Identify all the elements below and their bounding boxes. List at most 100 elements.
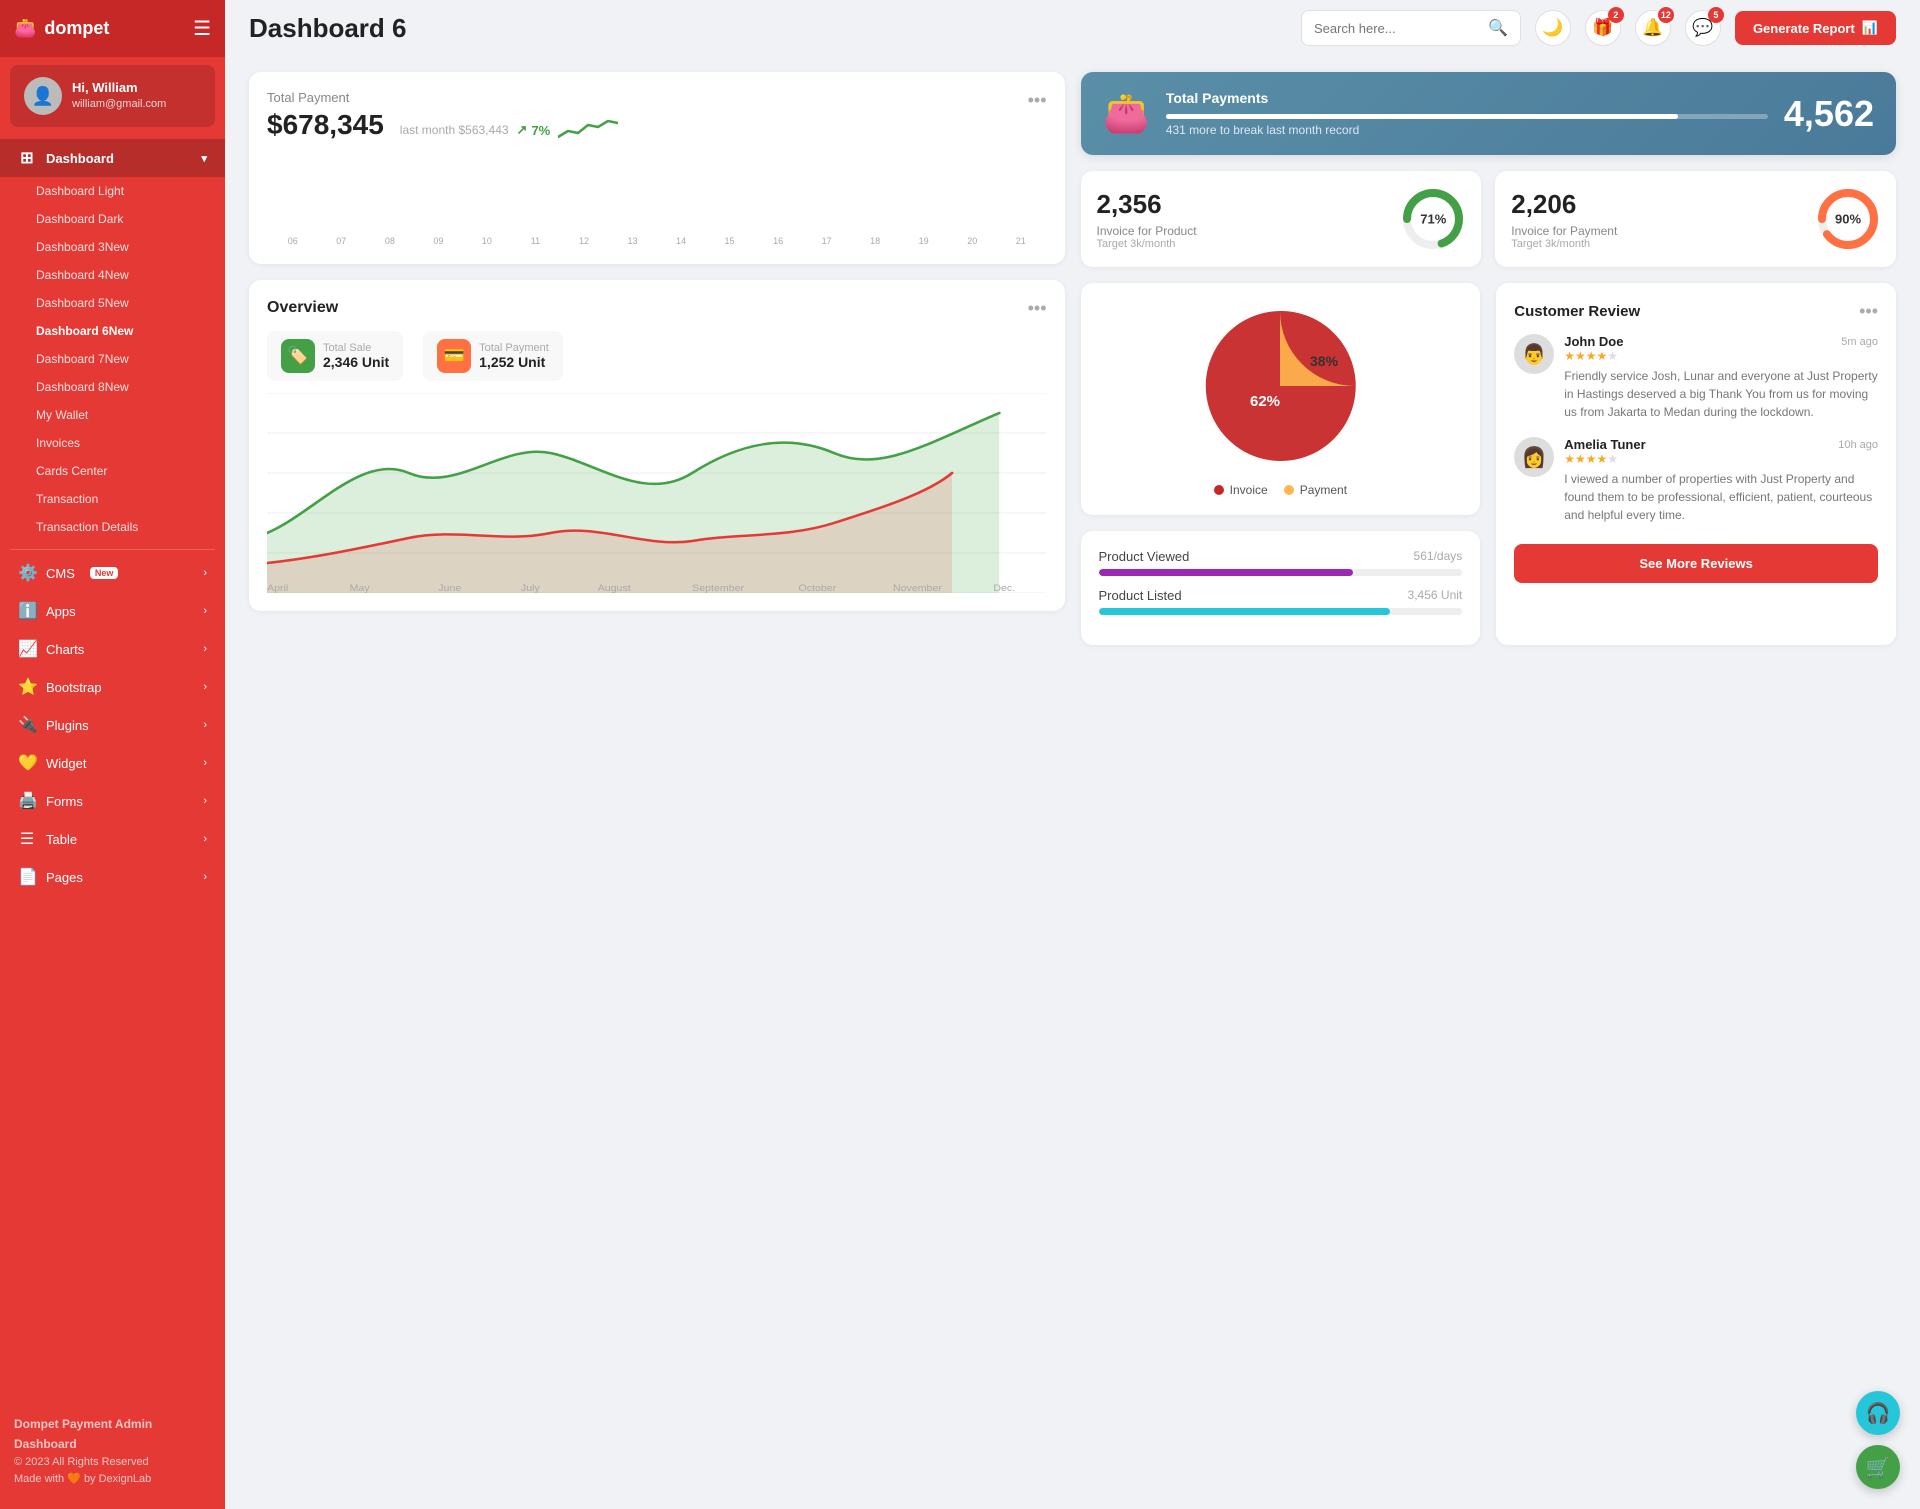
svg-text:November: November bbox=[893, 583, 943, 592]
sidebar: 👛 dompet ☰ 👤 Hi, William william@gmail.c… bbox=[0, 0, 225, 1509]
product-listed-label: Product Listed bbox=[1099, 588, 1182, 603]
review-stars-2: ★★★★★ bbox=[1564, 452, 1878, 466]
search-input[interactable] bbox=[1314, 21, 1480, 36]
chevron-right-icon: › bbox=[203, 757, 207, 769]
gift-icon[interactable]: 🎁 2 bbox=[1585, 10, 1621, 46]
product-viewed-stat: Product Viewed 561/days bbox=[1099, 549, 1463, 576]
sidebar-sub-item[interactable]: Cards Center bbox=[0, 457, 225, 485]
see-more-reviews-button[interactable]: See More Reviews bbox=[1514, 544, 1878, 583]
invoice-legend: Invoice bbox=[1214, 483, 1268, 497]
chevron-right-icon: › bbox=[203, 719, 207, 731]
blue-card-number: 4,562 bbox=[1784, 93, 1874, 135]
sidebar-logo[interactable]: 👛 dompet bbox=[14, 18, 109, 39]
cms-icon: ⚙️ bbox=[18, 563, 36, 583]
sidebar-sub-item[interactable]: Dashboard 3New bbox=[0, 233, 225, 261]
sidebar-menu-item-table[interactable]: ☰ Table › bbox=[0, 820, 225, 858]
sidebar-sub-item[interactable]: Transaction bbox=[0, 485, 225, 513]
sale-value: 2,346 Unit bbox=[323, 354, 389, 370]
sidebar-sub-item[interactable]: Dashboard 7New bbox=[0, 345, 225, 373]
search-wrap[interactable]: 🔍 bbox=[1301, 10, 1521, 46]
plugins-label: Plugins bbox=[46, 718, 89, 733]
content-area: Total Payment $678,345 last month $563,4… bbox=[225, 56, 1920, 1509]
review-time-1: 5m ago bbox=[1841, 336, 1878, 348]
overview-header: Overview ••• bbox=[267, 298, 1047, 319]
review-menu-icon[interactable]: ••• bbox=[1859, 301, 1878, 322]
total-payment-stat: 💳 Total Payment 1,252 Unit bbox=[423, 331, 563, 381]
invoice-product-card: 2,356 Invoice for Product Target 3k/mont… bbox=[1081, 171, 1482, 267]
review-item-2: 👩 Amelia Tuner 10h ago ★★★★★ I viewed a … bbox=[1514, 437, 1878, 524]
sidebar-menu-item-charts[interactable]: 📈 Charts › bbox=[0, 630, 225, 668]
pages-label: Pages bbox=[46, 870, 83, 885]
bar-group: 14 bbox=[659, 150, 703, 246]
bar-group: 11 bbox=[514, 150, 558, 246]
sidebar-menu-item-plugins[interactable]: 🔌 Plugins › bbox=[0, 706, 225, 744]
sidebar-menu-item-bootstrap[interactable]: ⭐ Bootstrap › bbox=[0, 668, 225, 706]
sidebar-sub-item[interactable]: Dashboard 4New bbox=[0, 261, 225, 289]
dashboard-section: ⊞ Dashboard ▾ Dashboard LightDashboard D… bbox=[0, 135, 225, 545]
sidebar-header: 👛 dompet ☰ bbox=[0, 0, 225, 57]
sidebar-sub-item[interactable]: Dashboard 6New bbox=[0, 317, 225, 345]
payment-legend: Payment bbox=[1284, 483, 1347, 497]
sidebar-sub-item[interactable]: Dashboard 8New bbox=[0, 373, 225, 401]
product-listed-bar bbox=[1099, 608, 1463, 615]
left-col: Total Payment $678,345 last month $563,4… bbox=[249, 72, 1065, 645]
chevron-right-icon: › bbox=[203, 567, 207, 579]
sale-icon: 🏷️ bbox=[281, 339, 315, 373]
sidebar-menu-item-pages[interactable]: 📄 Pages › bbox=[0, 858, 225, 896]
overview-menu-icon[interactable]: ••• bbox=[1028, 298, 1047, 319]
user-name: Hi, William bbox=[72, 80, 166, 97]
product-listed-fill bbox=[1099, 608, 1390, 615]
blue-card-progress bbox=[1166, 114, 1768, 119]
generate-report-button[interactable]: Generate Report 📊 bbox=[1735, 11, 1896, 45]
sidebar-menu-item-cms[interactable]: ⚙️ CMS New › bbox=[0, 554, 225, 592]
review-title: Customer Review bbox=[1514, 303, 1640, 320]
chevron-down-icon: ▾ bbox=[201, 152, 207, 165]
sidebar-sub-item[interactable]: Dashboard 5New bbox=[0, 289, 225, 317]
user-email: william@gmail.com bbox=[72, 97, 166, 111]
sidebar-sub-item[interactable]: Transaction Details bbox=[0, 513, 225, 541]
trend-arrow-icon: ↗ bbox=[517, 122, 528, 138]
theme-toggle-icon[interactable]: 🌙 bbox=[1535, 10, 1571, 46]
sidebar-user[interactable]: 👤 Hi, William william@gmail.com bbox=[10, 65, 215, 127]
total-payment-menu-icon[interactable]: ••• bbox=[1028, 90, 1047, 111]
svg-text:August: August bbox=[598, 583, 631, 592]
svg-text:June: June bbox=[438, 583, 462, 592]
cart-float-button[interactable]: 🛒 bbox=[1856, 1445, 1900, 1489]
sidebar-item-dashboard[interactable]: ⊞ Dashboard ▾ bbox=[0, 139, 225, 177]
avatar: 👤 bbox=[24, 77, 62, 115]
sidebar-menu-item-widget[interactable]: 💛 Widget › bbox=[0, 744, 225, 782]
payment-icon: 💳 bbox=[437, 339, 471, 373]
apps-label: Apps bbox=[46, 604, 76, 619]
svg-text:62%: 62% bbox=[1250, 393, 1280, 410]
table-icon: ☰ bbox=[18, 829, 36, 849]
sidebar-menu-item-apps[interactable]: ℹ️ Apps › bbox=[0, 592, 225, 630]
svg-text:Dec.: Dec. bbox=[993, 583, 1015, 592]
product-viewed-bar bbox=[1099, 569, 1463, 576]
review-name-1: John Doe bbox=[1564, 334, 1623, 349]
bell-icon[interactable]: 🔔 12 bbox=[1635, 10, 1671, 46]
chat-icon[interactable]: 💬 5 bbox=[1685, 10, 1721, 46]
invoice-payment-card: 2,206 Invoice for Payment Target 3k/mont… bbox=[1495, 171, 1896, 267]
sidebar-sub-item[interactable]: My Wallet bbox=[0, 401, 225, 429]
user-info: Hi, William william@gmail.com bbox=[72, 80, 166, 111]
logo-text: dompet bbox=[44, 18, 109, 39]
svg-text:April: April bbox=[267, 583, 288, 592]
pie-legend: Invoice Payment bbox=[1099, 483, 1463, 497]
support-float-button[interactable]: 🎧 bbox=[1856, 1391, 1900, 1435]
product-listed-value: 3,456 Unit bbox=[1408, 588, 1463, 603]
sidebar-sub-item[interactable]: Invoices bbox=[0, 429, 225, 457]
sidebar-menu-item-forms[interactable]: 🖨️ Forms › bbox=[0, 782, 225, 820]
content-grid: Total Payment $678,345 last month $563,4… bbox=[249, 72, 1896, 645]
hamburger-icon[interactable]: ☰ bbox=[193, 16, 211, 41]
total-payment-card: Total Payment $678,345 last month $563,4… bbox=[249, 72, 1065, 264]
sidebar-sub-item[interactable]: Dashboard Light bbox=[0, 177, 225, 205]
bottom-right-grid: 62% 38% Invoice bbox=[1081, 283, 1897, 645]
dashboard-icon: ⊞ bbox=[18, 148, 36, 168]
review-text-2: I viewed a number of properties with Jus… bbox=[1564, 470, 1878, 524]
sidebar-sub-item[interactable]: Dashboard Dark bbox=[0, 205, 225, 233]
bar-group: 18 bbox=[853, 150, 897, 246]
customer-review-card: Customer Review ••• 👨 John Doe 5m ago bbox=[1496, 283, 1896, 645]
invoice-donut: 71% bbox=[1401, 187, 1465, 251]
bar-group: 12 bbox=[562, 150, 606, 246]
main-area: Dashboard 6 🔍 🌙 🎁 2 🔔 12 💬 5 Generate Re… bbox=[225, 0, 1920, 1509]
